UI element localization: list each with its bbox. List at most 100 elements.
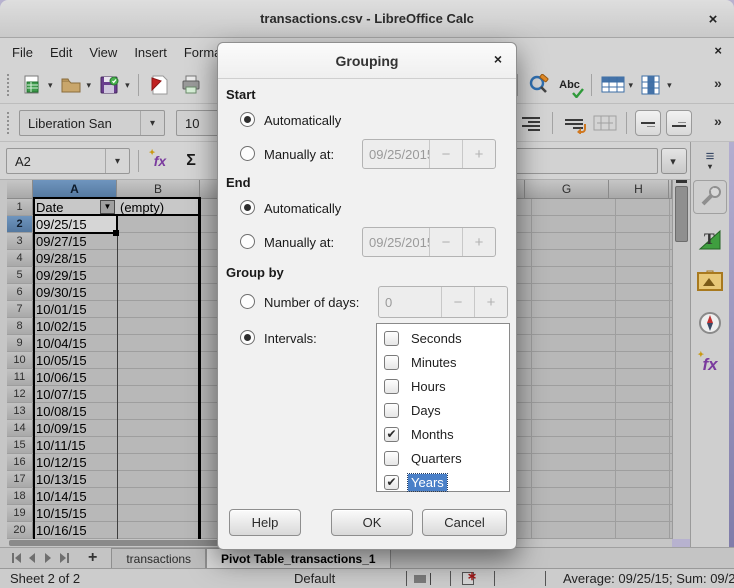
row-header-17[interactable]: 17 bbox=[7, 471, 33, 487]
print-icon[interactable] bbox=[178, 72, 204, 98]
column-header-G[interactable]: G bbox=[525, 180, 609, 199]
interval-option-seconds[interactable]: Seconds bbox=[377, 326, 509, 350]
row-header-1[interactable]: 1 bbox=[7, 199, 33, 215]
cell-B6[interactable] bbox=[117, 284, 200, 300]
interval-option-days[interactable]: Days bbox=[377, 398, 509, 422]
cell-A5[interactable]: 09/29/15 bbox=[33, 267, 117, 283]
row-header-10[interactable]: 10 bbox=[7, 352, 33, 368]
cell-A15[interactable]: 10/11/15 bbox=[33, 437, 117, 453]
dialog-titlebar[interactable]: Grouping × bbox=[218, 43, 516, 79]
cell-B2[interactable] bbox=[117, 216, 200, 232]
save-icon[interactable] bbox=[96, 72, 122, 98]
name-box-dropdown-icon[interactable]: ▾ bbox=[105, 149, 129, 173]
cell-B4[interactable] bbox=[117, 250, 200, 266]
cell-B8[interactable] bbox=[117, 318, 200, 334]
window-close-icon[interactable]: × bbox=[702, 9, 724, 29]
insert-rows-dropdown-icon[interactable]: ▾ bbox=[629, 80, 634, 91]
cell-B10[interactable] bbox=[117, 352, 200, 368]
checkbox-unchecked-icon[interactable] bbox=[384, 451, 399, 466]
checkbox-unchecked-icon[interactable] bbox=[384, 355, 399, 370]
help-button[interactable]: Help bbox=[229, 509, 301, 536]
days-decrease-icon[interactable]: − bbox=[441, 287, 474, 317]
next-sheet-icon[interactable] bbox=[40, 550, 56, 566]
menu-insert[interactable]: Insert bbox=[132, 43, 169, 62]
row-header-15[interactable]: 15 bbox=[7, 437, 33, 453]
row-header-2[interactable]: 2 bbox=[7, 216, 33, 232]
checkbox-checked-icon[interactable]: ✔ bbox=[384, 427, 399, 442]
intervals-radio[interactable] bbox=[240, 330, 255, 345]
autofilter-button[interactable]: ▼ bbox=[100, 200, 115, 214]
checkbox-checked-icon[interactable]: ✔ bbox=[384, 475, 399, 490]
formula-bar-expand-button[interactable]: ▾ bbox=[661, 148, 687, 174]
row-header-5[interactable]: 5 bbox=[7, 267, 33, 283]
column-header-H[interactable]: H bbox=[609, 180, 669, 199]
insert-rows-icon[interactable] bbox=[600, 72, 626, 98]
toolbar-overflow-icon[interactable]: » bbox=[714, 75, 722, 91]
split-handle[interactable] bbox=[676, 180, 687, 183]
end-automatically-radio[interactable] bbox=[240, 200, 255, 215]
properties-deck-icon[interactable] bbox=[693, 180, 727, 214]
gallery-deck-icon[interactable] bbox=[693, 264, 727, 298]
toolbar-drag-handle[interactable] bbox=[7, 112, 11, 134]
function-wizard-icon[interactable]: fx✦ bbox=[147, 148, 173, 174]
center-vertically-button[interactable] bbox=[666, 110, 692, 136]
sheet-tab-transactions[interactable]: transactions bbox=[111, 548, 206, 569]
selection-statistics[interactable]: Average: 09/25/15; Sum: 09/25 bbox=[563, 571, 734, 586]
row-header-16[interactable]: 16 bbox=[7, 454, 33, 470]
cell-A16[interactable]: 10/12/15 bbox=[33, 454, 117, 470]
cell-A19[interactable]: 10/15/15 bbox=[33, 505, 117, 521]
cell-A10[interactable]: 10/05/15 bbox=[33, 352, 117, 368]
previous-sheet-icon[interactable] bbox=[24, 550, 40, 566]
row-header-11[interactable]: 11 bbox=[7, 369, 33, 385]
interval-option-months[interactable]: ✔Months bbox=[377, 422, 509, 446]
dialog-close-icon[interactable]: × bbox=[494, 51, 502, 67]
save-dropdown-icon[interactable]: ▾ bbox=[125, 80, 130, 91]
interval-option-quarters[interactable]: Quarters bbox=[377, 446, 509, 470]
cancel-button[interactable]: Cancel bbox=[422, 509, 507, 536]
row-header-4[interactable]: 4 bbox=[7, 250, 33, 266]
start-automatically-label[interactable]: Automatically bbox=[264, 113, 341, 128]
align-top-button[interactable] bbox=[635, 110, 661, 136]
cell-B20[interactable] bbox=[117, 522, 200, 538]
end-manually-radio[interactable] bbox=[240, 234, 255, 249]
sum-icon[interactable]: Σ bbox=[178, 148, 204, 174]
checkbox-unchecked-icon[interactable] bbox=[384, 379, 399, 394]
start-manually-radio[interactable] bbox=[240, 146, 255, 161]
end-date-increase-icon[interactable]: + bbox=[462, 228, 495, 256]
font-name-dropdown-icon[interactable]: ▾ bbox=[140, 111, 164, 135]
days-increase-icon[interactable]: + bbox=[474, 287, 507, 317]
number-of-days-spinner[interactable]: 0 − + bbox=[378, 286, 508, 318]
styles-deck-icon[interactable]: T bbox=[693, 222, 727, 256]
cell-B16[interactable] bbox=[117, 454, 200, 470]
row-header-12[interactable]: 12 bbox=[7, 386, 33, 402]
interval-option-minutes[interactable]: Minutes bbox=[377, 350, 509, 374]
align-right-icon[interactable] bbox=[518, 110, 544, 136]
cell-A13[interactable]: 10/08/15 bbox=[33, 403, 117, 419]
number-of-days-radio[interactable] bbox=[240, 294, 255, 309]
find-replace-icon[interactable] bbox=[526, 72, 552, 98]
interval-option-hours[interactable]: Hours bbox=[377, 374, 509, 398]
cell-A11[interactable]: 10/06/15 bbox=[33, 369, 117, 385]
cell-A4[interactable]: 09/28/15 bbox=[33, 250, 117, 266]
open-file-icon[interactable] bbox=[58, 72, 84, 98]
functions-deck-icon[interactable]: fx✦ bbox=[693, 348, 727, 382]
export-pdf-icon[interactable] bbox=[147, 72, 173, 98]
cell-B13[interactable] bbox=[117, 403, 200, 419]
add-sheet-icon[interactable]: + bbox=[88, 549, 97, 567]
end-automatically-label[interactable]: Automatically bbox=[264, 201, 341, 216]
open-dropdown-icon[interactable]: ▾ bbox=[87, 80, 92, 91]
menu-view[interactable]: View bbox=[87, 43, 119, 62]
row-header-18[interactable]: 18 bbox=[7, 488, 33, 504]
cell-A18[interactable]: 10/14/15 bbox=[33, 488, 117, 504]
spelling-icon[interactable]: Abc bbox=[557, 72, 583, 98]
checkbox-unchecked-icon[interactable] bbox=[384, 331, 399, 346]
cell-B1[interactable]: (empty) bbox=[117, 199, 200, 215]
sidebar-settings-icon[interactable]: ≡▾ bbox=[706, 152, 715, 172]
row-header-13[interactable]: 13 bbox=[7, 403, 33, 419]
vertical-scrollbar[interactable] bbox=[672, 180, 690, 539]
intervals-listbox[interactable]: SecondsMinutesHoursDays✔MonthsQuarters✔Y… bbox=[376, 323, 510, 492]
cell-B7[interactable] bbox=[117, 301, 200, 317]
cell-A7[interactable]: 10/01/15 bbox=[33, 301, 117, 317]
row-header-19[interactable]: 19 bbox=[7, 505, 33, 521]
cell-A17[interactable]: 10/13/15 bbox=[33, 471, 117, 487]
